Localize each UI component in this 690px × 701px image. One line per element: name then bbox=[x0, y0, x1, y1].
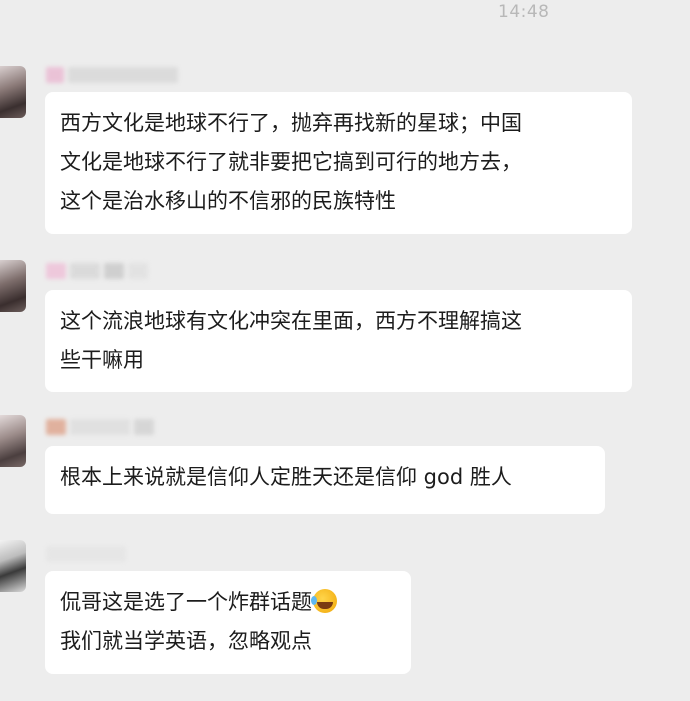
sender-name-blurred bbox=[46, 545, 196, 563]
sender-avatar[interactable] bbox=[0, 540, 26, 592]
message-bubble[interactable]: 西方文化是地球不行了，抛弃再找新的星球；中国 文化是地球不行了就非要把它搞到可行… bbox=[45, 92, 632, 234]
sender-name-blurred bbox=[46, 262, 196, 280]
sender-avatar[interactable] bbox=[0, 415, 26, 467]
message-text: 侃哥这是选了一个炸群话题 bbox=[60, 590, 312, 614]
sender-avatar[interactable] bbox=[0, 260, 26, 312]
message-text-line: 这个流浪地球有文化冲突在里面，西方不理解搞这 bbox=[60, 309, 522, 333]
message-text-line: 文化是地球不行了就非要把它搞到可行的地方去， bbox=[60, 150, 522, 174]
message-text-line: 我们就当学英语，忽略观点 bbox=[60, 629, 312, 653]
message-text-line: 些干嘛用 bbox=[60, 348, 144, 372]
message-text-line: 侃哥这是选了一个炸群话题 bbox=[60, 583, 395, 622]
sender-name-blurred bbox=[46, 66, 196, 84]
message-bubble[interactable]: 根本上来说就是信仰人定胜天还是信仰 god 胜人 bbox=[45, 446, 605, 514]
message-text-line: 根本上来说就是信仰人定胜天还是信仰 god 胜人 bbox=[60, 465, 512, 489]
sender-name-blurred bbox=[46, 418, 196, 436]
laughing-crying-emoji-icon bbox=[311, 589, 337, 613]
sender-avatar[interactable] bbox=[0, 66, 26, 118]
message-text-line: 这个是治水移山的不信邪的民族特性 bbox=[60, 189, 396, 213]
message-bubble[interactable]: 这个流浪地球有文化冲突在里面，西方不理解搞这 些干嘛用 bbox=[45, 290, 632, 392]
message-text-line: 西方文化是地球不行了，抛弃再找新的星球；中国 bbox=[60, 111, 522, 135]
message-timestamp: 14:48 bbox=[498, 2, 550, 22]
message-bubble[interactable]: 侃哥这是选了一个炸群话题 我们就当学英语，忽略观点 bbox=[45, 571, 411, 674]
